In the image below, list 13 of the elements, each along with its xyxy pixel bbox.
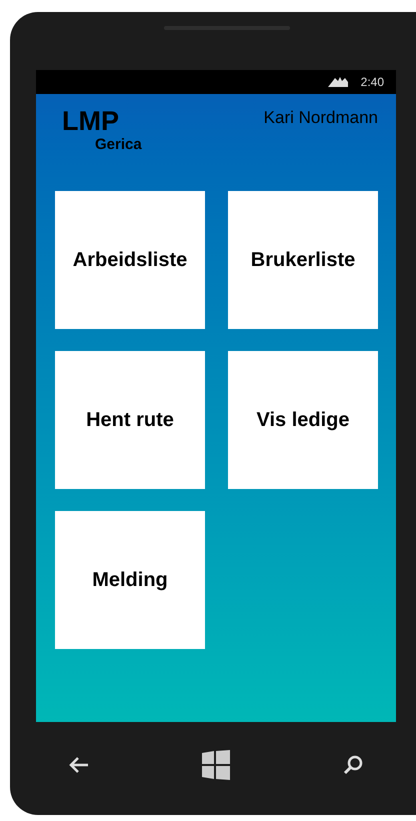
search-icon[interactable] xyxy=(342,754,364,776)
app-title: LMP xyxy=(62,106,120,136)
signal-icon xyxy=(326,76,349,88)
menu-tile[interactable]: Arbeidsliste xyxy=(55,191,205,329)
menu-tile[interactable]: Melding xyxy=(55,511,205,649)
user-name: Kari Nordmann xyxy=(264,107,378,129)
menu-tile[interactable]: Vis ledige xyxy=(228,351,378,489)
menu-tile[interactable]: Hent rute xyxy=(55,351,205,489)
status-time: 2:40 xyxy=(360,74,384,91)
app-subtitle: Gerica xyxy=(95,136,142,154)
windows-icon[interactable] xyxy=(202,750,230,780)
back-arrow-icon[interactable] xyxy=(68,756,90,774)
menu-tile[interactable]: Brukerliste xyxy=(228,191,378,329)
